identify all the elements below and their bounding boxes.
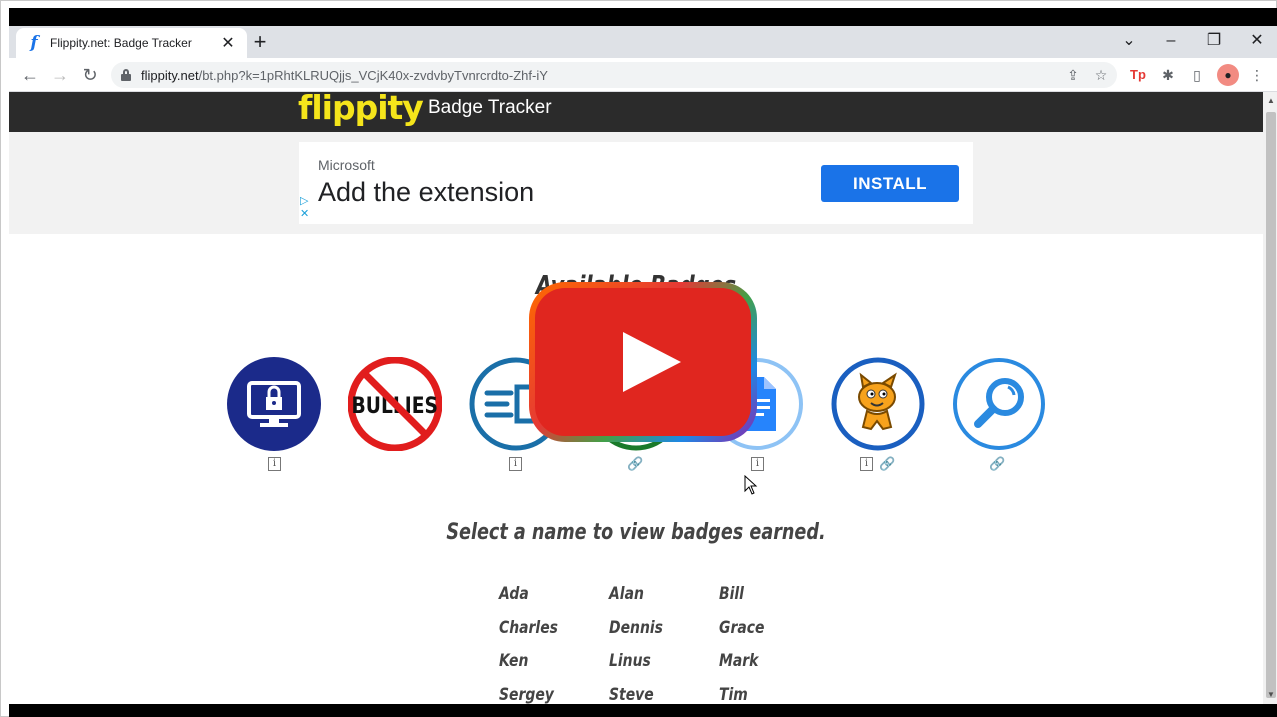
tab-title: Flippity.net: Badge Tracker [50,36,192,50]
scratch-cat-badge[interactable] [831,357,925,451]
url-host: flippity.net [141,67,199,83]
student-name[interactable]: Grace [719,618,764,638]
student-name[interactable]: Dennis [609,618,663,638]
student-name[interactable]: Ada [499,584,529,604]
search-badge[interactable] [952,357,1046,451]
ad-band: Microsoft Add the extension INSTALL ▷ ✕ [9,132,1263,234]
student-name[interactable]: Linus [609,651,651,671]
flippity-logo[interactable]: flippity [298,92,424,127]
info-icon[interactable]: i [268,457,281,471]
install-button[interactable]: INSTALL [821,165,959,202]
no-bullies-badge[interactable]: BULLIES [348,357,442,451]
profile-avatar[interactable]: ● [1217,64,1239,86]
youtube-play-button-icon[interactable] [529,282,757,442]
student-name[interactable]: Ken [499,651,528,671]
info-icon[interactable]: i [751,457,764,471]
video-letterbox-top [9,8,1277,26]
scroll-thumb[interactable] [1266,112,1276,698]
badge-5-links: i [751,457,764,473]
new-tab-button[interactable]: + [247,30,273,56]
browser-toolbar: ← → ↻ flippity.net/bt.php?k=1pRhtKLRUQjj… [9,58,1277,92]
link-icon[interactable]: 🔗 [627,457,643,471]
play-triangle-icon [623,332,681,392]
extensions-puzzle-icon[interactable]: ✱ [1157,64,1179,86]
tab-search-chevron-down-icon[interactable]: ⌄ [1115,30,1143,52]
ad-choices-icon[interactable]: ▷ ✕ [300,195,309,221]
site-header: flippity Badge Tracker [9,92,1263,132]
info-icon[interactable]: i [860,457,873,471]
side-panel-icon[interactable]: ▯ [1186,64,1208,86]
ad-brand: Microsoft [318,157,375,173]
page-viewport: flippity Badge Tracker Microsoft Add the… [9,92,1263,704]
security-monitor-badge[interactable] [227,357,321,451]
select-name-prompt: Select a name to view badges earned. [446,520,826,545]
badge-6-links: i 🔗 [860,457,895,473]
share-icon[interactable]: ⇪ [1063,66,1083,84]
student-name[interactable]: Charles [499,618,558,638]
address-bar[interactable]: flippity.net/bt.php?k=1pRhtKLRUQjjs_VCjK… [111,62,1117,88]
badge-1-links: i [268,457,281,473]
bookmark-star-icon[interactable]: ☆ [1091,66,1111,84]
flippity-favicon-icon: f [30,33,38,53]
minimize-icon[interactable]: – [1157,30,1185,52]
site-title: Badge Tracker [428,97,552,118]
tab-close-icon[interactable]: ✕ [219,33,237,53]
badge-4-links: 🔗 [627,457,643,473]
browser-tab[interactable]: f Flippity.net: Badge Tracker ✕ [16,28,247,58]
info-icon[interactable]: i [509,457,522,471]
close-window-icon[interactable]: ✕ [1243,30,1271,52]
tp-extension-icon[interactable]: Tp [1127,64,1149,86]
reload-icon[interactable]: ↻ [77,62,103,88]
video-letterbox-bottom [9,704,1277,717]
url-path: /bt.php?k=1pRhtKLRUQjjs_VCjK40x-zvdvbyTv… [198,67,548,83]
link-icon[interactable]: 🔗 [989,457,1005,471]
badge-7-links: 🔗 [989,457,1005,473]
student-name[interactable]: Bill [719,584,744,604]
browser-menu-icon[interactable]: ⋮ [1246,64,1268,86]
student-name[interactable]: Alan [609,584,644,604]
ad-headline[interactable]: Add the extension [318,177,534,208]
lock-icon[interactable] [121,69,131,81]
student-name[interactable]: Mark [719,651,758,671]
student-name[interactable]: Steve [609,685,654,704]
restore-icon[interactable]: ❐ [1200,30,1228,52]
scroll-down-icon[interactable]: ▼ [1263,688,1277,702]
link-icon[interactable]: 🔗 [879,457,895,471]
page-scrollbar[interactable]: ▲ ▼ [1263,92,1277,704]
forward-arrow-icon[interactable]: → [47,62,73,88]
mouse-cursor-icon [744,475,758,495]
scroll-up-icon[interactable]: ▲ [1263,94,1277,108]
student-name[interactable]: Tim [719,685,748,704]
ad-banner[interactable]: Microsoft Add the extension INSTALL ▷ ✕ [299,142,973,224]
student-name[interactable]: Sergey [499,685,554,704]
browser-tabstrip: f Flippity.net: Badge Tracker ✕ + ⌄ – ❐ … [9,26,1277,58]
badge-3-links: i [509,457,522,473]
back-arrow-icon[interactable]: ← [17,62,43,88]
